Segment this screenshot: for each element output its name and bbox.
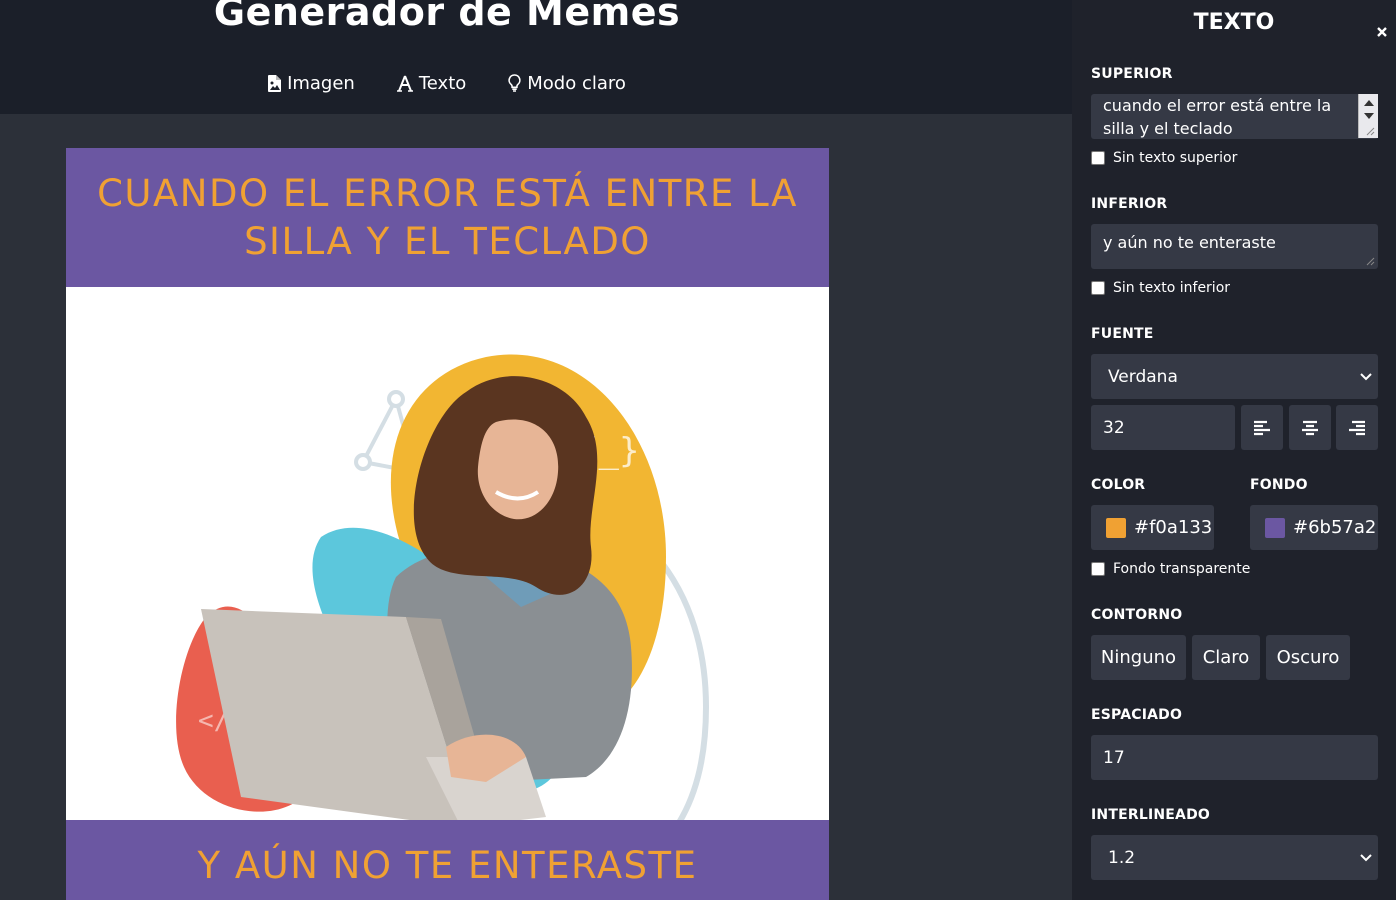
- transparent-background-label: Fondo transparente: [1113, 561, 1251, 577]
- no-bottom-text-checkbox[interactable]: Sin texto inferior: [1091, 280, 1230, 296]
- meme-image: {_} </>...: [176, 354, 710, 820]
- checkbox-box[interactable]: [1091, 151, 1105, 165]
- align-right-button[interactable]: [1336, 405, 1378, 450]
- checkbox-box[interactable]: [1091, 281, 1105, 295]
- close-icon[interactable]: [1374, 22, 1390, 42]
- align-center-icon: [1302, 420, 1318, 435]
- nav-item-texto[interactable]: Texto: [376, 68, 487, 98]
- scroll-up-icon[interactable]: [1364, 100, 1374, 106]
- image-file-icon: [268, 74, 282, 92]
- app-header: Generador de Memes Imagen Texto Modo cla: [0, 0, 1072, 114]
- app-title: Generador de Memes: [213, 0, 681, 34]
- no-top-text-label: Sin texto superior: [1113, 150, 1238, 166]
- spacing-label: ESPACIADO: [1091, 707, 1183, 723]
- spacing-value: 17: [1103, 747, 1125, 768]
- chevron-down-icon: [1360, 853, 1372, 861]
- scroll-down-icon[interactable]: [1364, 113, 1374, 119]
- meme-canvas: Cuando el error está entre la silla y el…: [66, 148, 829, 900]
- font-select-value: Verdana: [1108, 366, 1178, 387]
- meme-top-text: Cuando el error está entre la silla y el…: [66, 148, 829, 287]
- main-nav: Imagen Texto Modo claro: [0, 68, 894, 98]
- font-size-value: 32: [1103, 417, 1125, 438]
- background-color-swatch: [1265, 517, 1285, 538]
- nav-label-texto: Texto: [418, 72, 467, 94]
- line-height-value: 1.2: [1108, 847, 1136, 868]
- transparent-background-checkbox[interactable]: Fondo transparente: [1091, 561, 1250, 577]
- nav-item-imagen[interactable]: Imagen: [247, 68, 376, 98]
- lightbulb-icon: [508, 74, 521, 92]
- outline-label: CONTORNO: [1091, 607, 1183, 623]
- bottom-text-input[interactable]: y aún no te enteraste: [1091, 224, 1378, 269]
- outline-none-button[interactable]: Ninguno: [1091, 635, 1186, 680]
- text-color-picker[interactable]: #f0a133: [1091, 505, 1214, 550]
- top-text-label: SUPERIOR: [1091, 66, 1173, 82]
- line-height-label: INTERLINEADO: [1091, 807, 1210, 823]
- no-bottom-text-label: Sin texto inferior: [1113, 280, 1231, 296]
- text-color-value: #f0a133: [1134, 517, 1213, 538]
- nav-label-modo-claro: Modo claro: [527, 72, 626, 94]
- align-left-button[interactable]: [1241, 405, 1283, 450]
- nav-label-imagen: Imagen: [287, 72, 355, 94]
- color-label: COLOR: [1091, 477, 1146, 493]
- font-size-input[interactable]: 32: [1091, 405, 1235, 450]
- align-left-icon: [1254, 420, 1270, 435]
- bottom-text-value: y aún no te enteraste: [1103, 233, 1276, 252]
- resize-handle-icon[interactable]: [1366, 257, 1375, 266]
- chevron-down-icon: [1360, 372, 1372, 380]
- align-right-icon: [1349, 420, 1365, 435]
- outline-dark-button[interactable]: Oscuro: [1266, 635, 1350, 680]
- background-color-value: #6b57a2: [1293, 517, 1377, 538]
- nav-item-modo-claro[interactable]: Modo claro: [487, 68, 647, 98]
- resize-handle-icon[interactable]: [1366, 127, 1375, 136]
- line-height-select[interactable]: 1.2: [1091, 835, 1378, 880]
- background-label: FONDO: [1250, 477, 1308, 493]
- text-settings-panel: TEXTO SUPERIOR cuando el error está entr…: [1072, 0, 1396, 900]
- text-color-swatch: [1106, 517, 1126, 538]
- background-color-picker[interactable]: #6b57a2: [1250, 505, 1378, 550]
- panel-title: TEXTO: [1193, 10, 1275, 35]
- spacing-input[interactable]: 17: [1091, 735, 1378, 780]
- font-icon: [396, 75, 413, 92]
- font-label: FUENTE: [1091, 326, 1154, 342]
- font-select[interactable]: Verdana: [1091, 354, 1378, 399]
- meme-bottom-text: y aún no te enteraste: [66, 820, 829, 900]
- outline-light-button[interactable]: Claro: [1192, 635, 1260, 680]
- checkbox-box[interactable]: [1091, 562, 1105, 576]
- top-text-value: cuando el error está entre la silla y el…: [1103, 96, 1332, 138]
- top-text-input[interactable]: cuando el error está entre la silla y el…: [1091, 94, 1378, 139]
- align-center-button[interactable]: [1289, 405, 1331, 450]
- bottom-text-label: INFERIOR: [1091, 196, 1168, 212]
- no-top-text-checkbox[interactable]: Sin texto superior: [1091, 150, 1237, 166]
